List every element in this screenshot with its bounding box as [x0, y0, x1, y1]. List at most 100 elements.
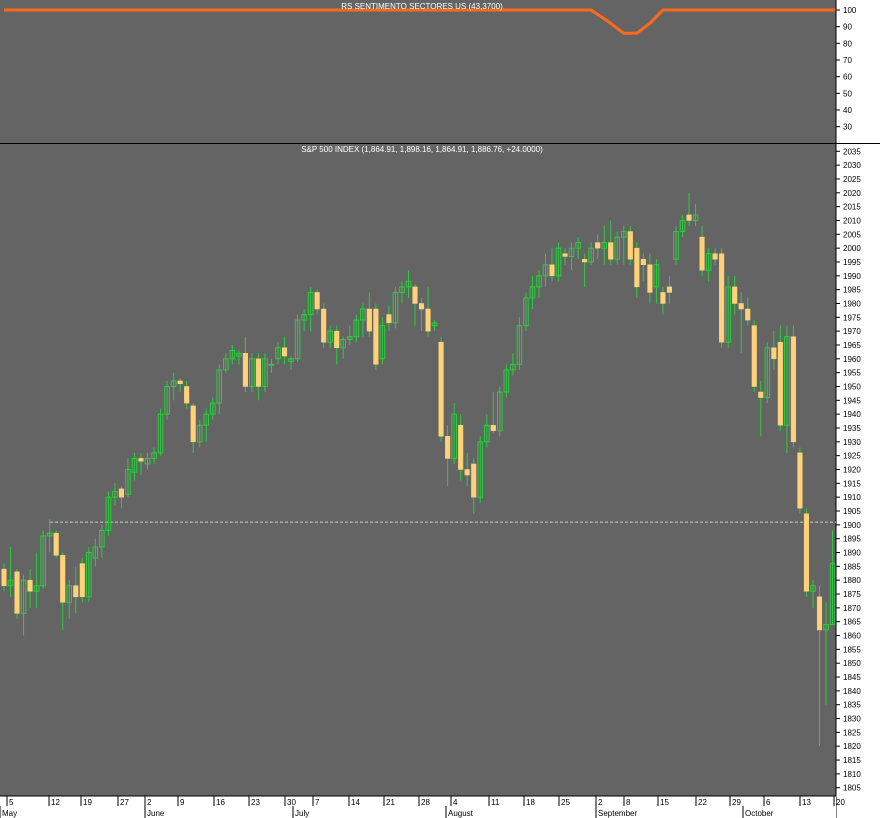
price-tick-label: 1995 [843, 258, 861, 267]
date-tick-label: 28 [421, 798, 430, 807]
date-tick-label: 13 [802, 798, 811, 807]
candle-body [582, 258, 588, 263]
price-tick-label: 1895 [843, 535, 861, 544]
candle-body [425, 308, 431, 332]
candle-body [803, 513, 810, 592]
price-tick-label: 1885 [843, 562, 861, 571]
price-tick-label: 1855 [843, 645, 861, 654]
price-tick-label: 2030 [843, 161, 861, 170]
date-tick-label: 21 [386, 798, 395, 807]
date-tick-label: 22 [698, 798, 707, 807]
candle-body [73, 585, 79, 598]
price-tick-label: 1950 [843, 382, 861, 391]
candle-body [79, 563, 85, 598]
candle-body [699, 236, 705, 271]
month-label: October [745, 809, 774, 818]
candle-body [418, 303, 425, 310]
candle-body [138, 458, 144, 462]
date-tick-label: 4 [453, 798, 458, 807]
date-tick-label: 2 [147, 798, 152, 807]
date-tick-label: 18 [526, 798, 535, 807]
indicator-tick-label: 90 [843, 23, 852, 32]
candle-body [255, 358, 261, 387]
date-tick-label: 12 [51, 798, 60, 807]
candle-body [634, 247, 640, 288]
price-tick-label: 1915 [843, 479, 861, 488]
price-tick-label: 1960 [843, 355, 861, 364]
candle-body [268, 363, 275, 366]
candle-body [27, 579, 33, 592]
price-tick-label: 1870 [843, 604, 861, 613]
price-tick-label: 2010 [843, 216, 861, 225]
price-tick-label: 1820 [843, 742, 861, 751]
candle-body [177, 380, 183, 384]
month-label: August [448, 809, 474, 818]
price-tick-label: 1935 [843, 424, 861, 433]
indicator-tick-label: 40 [843, 106, 852, 115]
candle-body [334, 330, 340, 349]
price-tick-label: 1945 [843, 396, 861, 405]
candle-body [595, 242, 601, 249]
candle-body [1, 568, 7, 586]
price-title: S&P 500 INDEX (1,864.91, 1,898.16, 1,864… [301, 145, 543, 154]
date-tick-label: 6 [766, 798, 771, 807]
candle-body [471, 463, 477, 498]
price-tick-label: 1930 [843, 438, 861, 447]
date-tick-label: 2 [598, 798, 603, 807]
price-tick-label: 1900 [843, 521, 861, 530]
price-tick-label: 2020 [843, 189, 861, 198]
candle-body [53, 532, 59, 556]
price-tick-label: 1920 [843, 466, 861, 475]
candle-body [608, 242, 614, 260]
candle-body [751, 325, 757, 387]
indicator-tick-label: 50 [843, 89, 852, 98]
price-tick-label: 2035 [843, 147, 861, 156]
candle-body [386, 314, 392, 324]
month-label: July [295, 809, 309, 818]
candle-body [281, 347, 288, 357]
candle-body [647, 264, 653, 293]
chart-stage: RS SENTIMENTO SECTORES US (43,3700) 30 40… [0, 0, 880, 818]
date-tick-label: 5 [9, 798, 14, 807]
indicator-tick-label: 80 [843, 39, 852, 48]
date-tick-label: 25 [561, 798, 570, 807]
candle-body [366, 308, 372, 332]
price-tick-label: 1825 [843, 728, 861, 737]
price-tick-label: 1815 [843, 756, 861, 765]
candle-body [184, 386, 190, 404]
candle-body [738, 303, 744, 310]
price-tick-label: 1850 [843, 659, 861, 668]
date-tick-label: 30 [287, 798, 296, 807]
price-tick-label: 1965 [843, 341, 861, 350]
candle-body [686, 214, 692, 221]
price-tick-label: 1955 [843, 369, 861, 378]
date-tick-label: 23 [251, 798, 260, 807]
price-tick-label: 1880 [843, 576, 861, 585]
candle-body [777, 341, 783, 426]
date-tick-label: 9 [180, 798, 185, 807]
candle-body [190, 405, 196, 443]
price-tick-label: 2025 [843, 175, 861, 184]
price-tick-label: 1910 [843, 493, 861, 502]
candle-body [438, 341, 444, 437]
price-tick-label: 1845 [843, 673, 861, 682]
month-label: September [598, 809, 637, 818]
candle-body [490, 424, 496, 432]
price-tick-label: 2015 [843, 203, 861, 212]
candle-body [797, 452, 803, 509]
price-tick-label: 1860 [843, 632, 861, 641]
candle-body [458, 424, 464, 470]
candle-body [660, 292, 666, 304]
candle-body [771, 347, 777, 360]
price-tick-label: 1985 [843, 286, 861, 295]
price-tick-label: 2000 [843, 244, 861, 253]
price-tick-label: 1865 [843, 618, 861, 627]
date-tick-label: 20 [836, 798, 845, 807]
indicator-tick-label: 70 [843, 56, 852, 65]
price-tick-label: 1925 [843, 452, 861, 461]
price-tick-label: 1805 [843, 784, 861, 793]
price-tick-label: 1875 [843, 590, 861, 599]
candle-body [60, 555, 66, 603]
price-tick-label: 1975 [843, 313, 861, 322]
candle-body [562, 253, 568, 257]
